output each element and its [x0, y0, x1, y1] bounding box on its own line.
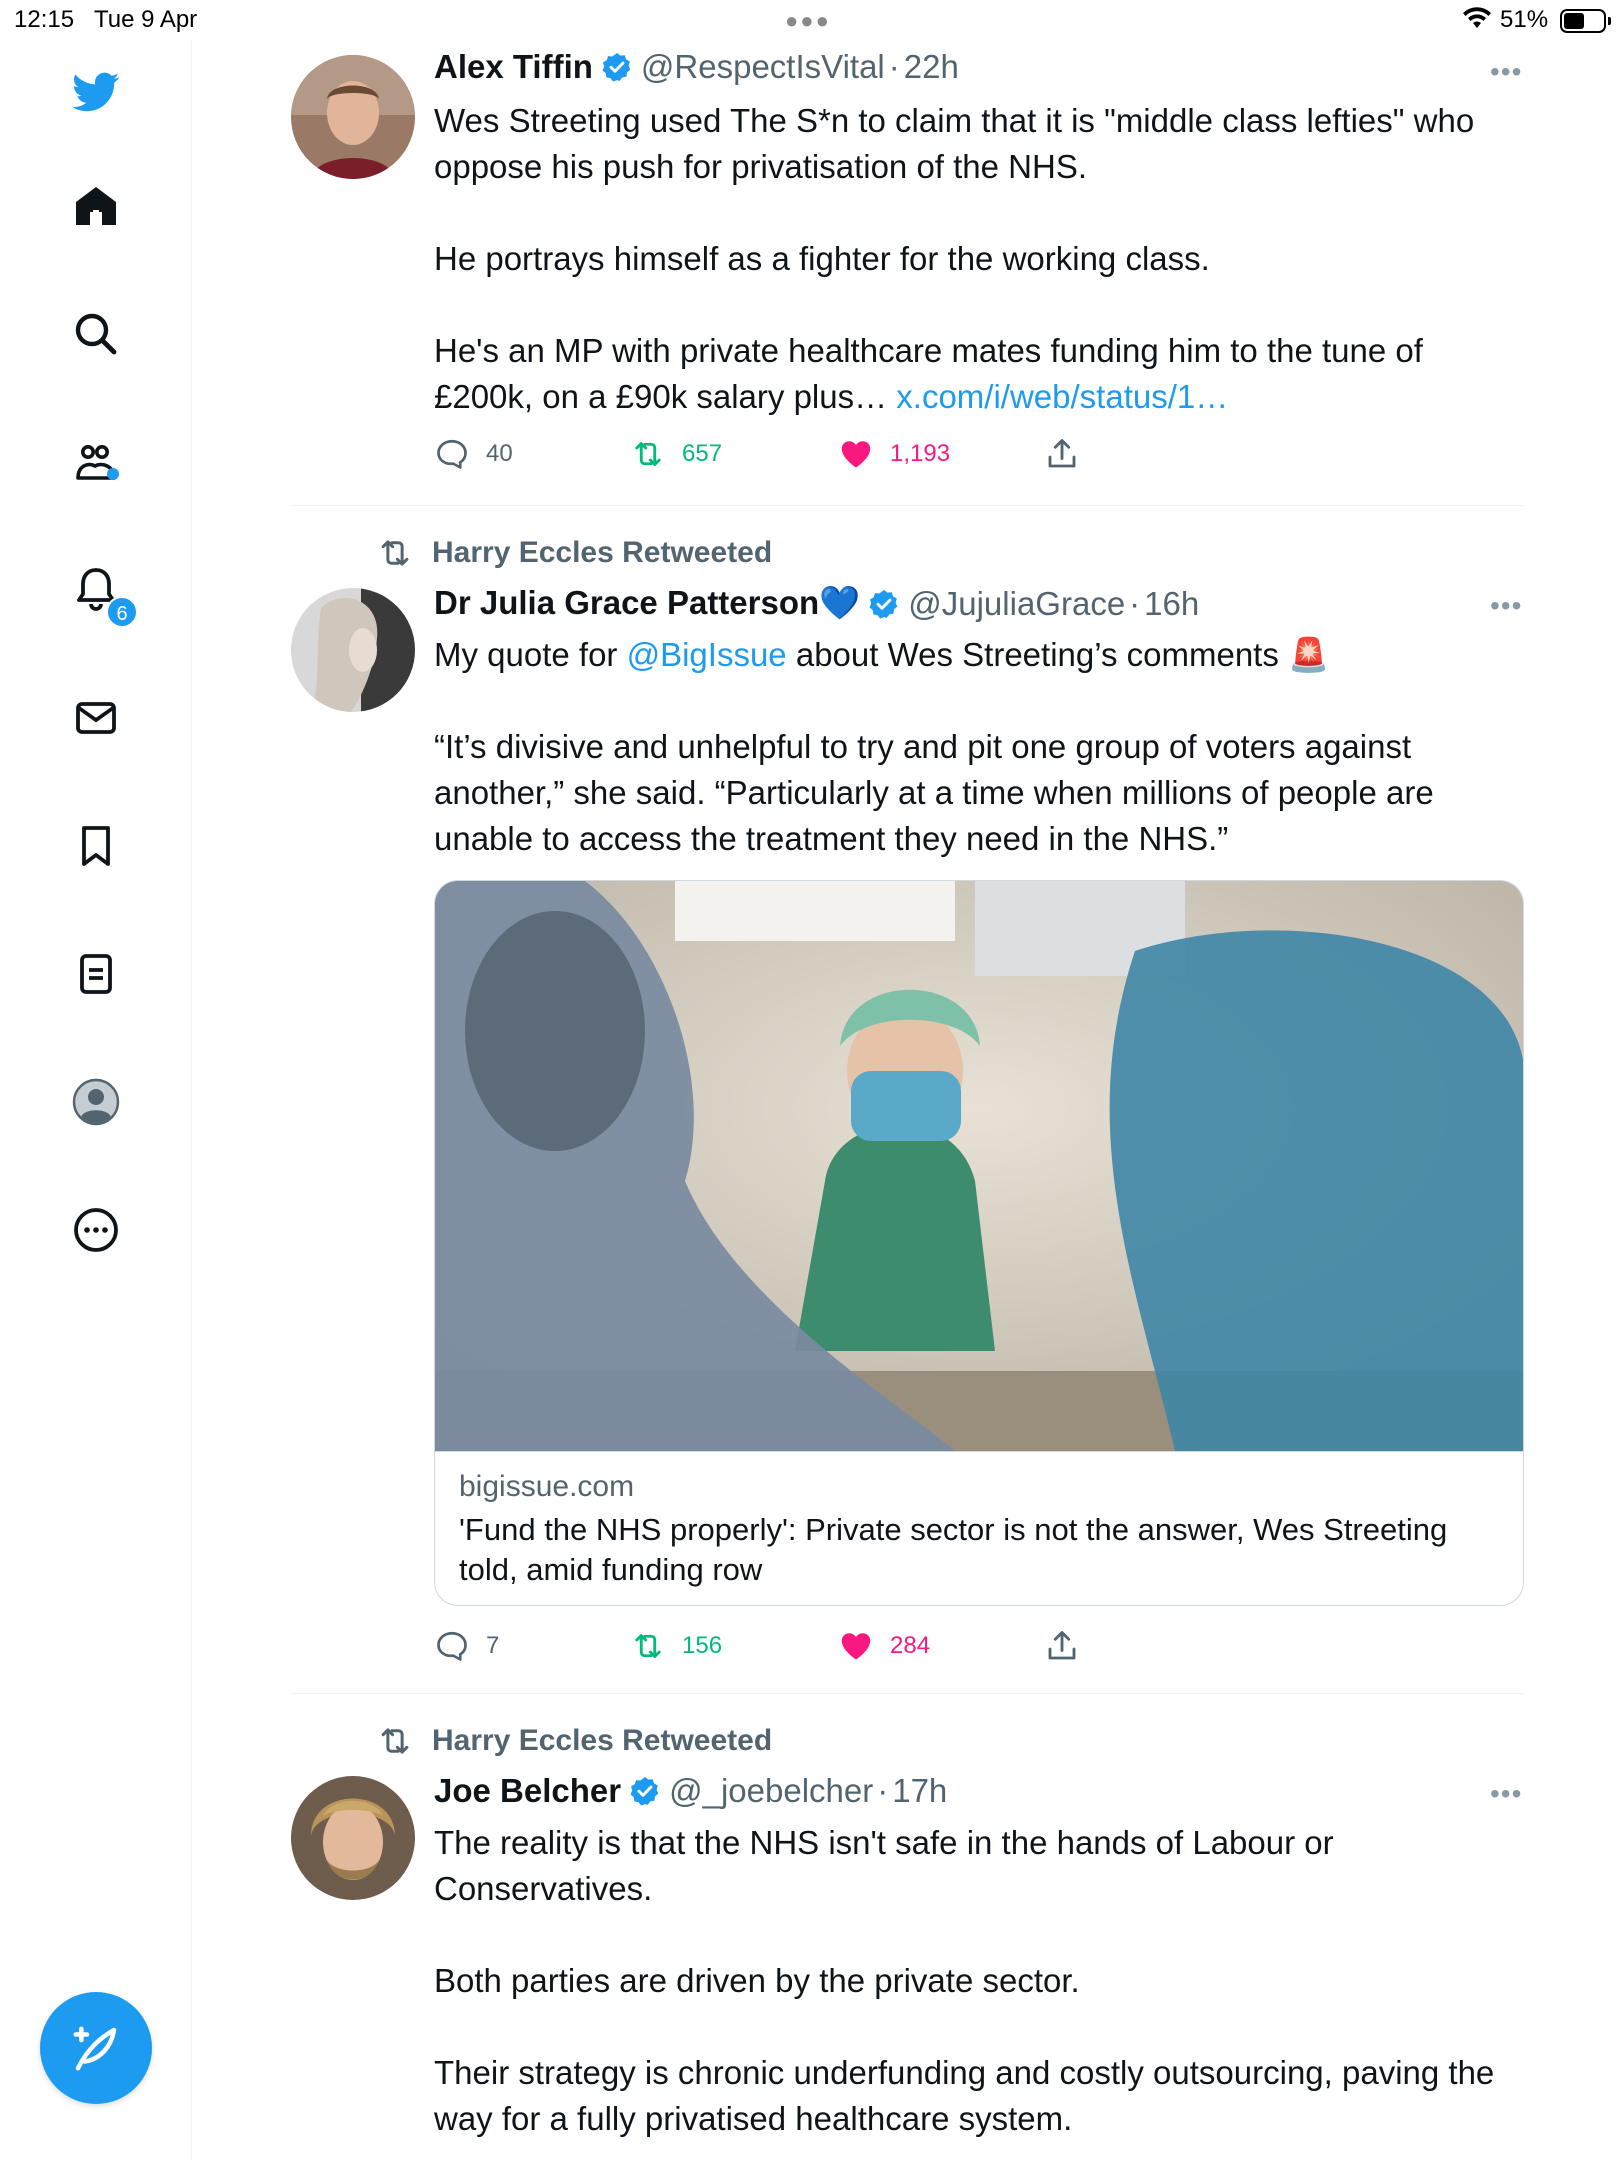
reply-count: 40 — [486, 440, 513, 467]
retweeted-by-line: Harry Eccles Retweeted — [376, 1722, 772, 1760]
reply-icon — [437, 1631, 467, 1661]
separator-dot: · — [888, 48, 900, 85]
communities-icon[interactable] — [66, 432, 126, 492]
tweet-actions: 7 156 284 — [434, 1628, 1134, 1668]
author-handle[interactable]: @_joebelcher — [669, 1772, 873, 1810]
tweet-time[interactable]: 22h — [904, 48, 959, 86]
like-count: 1,193 — [890, 440, 951, 467]
status-time: 12:15 — [14, 6, 75, 33]
verified-badge-icon — [869, 589, 898, 619]
tweet-3-header: Joe Belcher @_joebelcher · 17h — [434, 1772, 947, 1810]
avatar-alex-tiffin[interactable] — [291, 55, 415, 179]
author-handle[interactable]: @JujuliaGrace — [908, 585, 1125, 623]
tweet-1-header: Alex Tiffin @RespectIsVital · 22h — [434, 48, 959, 86]
retweet-indicator-icon — [381, 1728, 409, 1754]
tweet-more-options-icon[interactable]: ••• — [1490, 1778, 1522, 1810]
retweet-icon — [635, 1634, 661, 1658]
share-icon — [1048, 439, 1076, 468]
retweeted-by-label[interactable]: Harry Eccles Retweeted — [432, 1724, 772, 1758]
sidebar-nav: 6 — [0, 40, 192, 2160]
compose-feather-icon — [73, 2026, 117, 2071]
battery-percentage: 51% — [1500, 6, 1549, 33]
notifications-count-badge: 6 — [106, 596, 138, 628]
retweet-indicator-icon — [381, 540, 409, 566]
tweet-divider — [291, 505, 1523, 506]
like-button[interactable]: 284 — [838, 1628, 930, 1664]
verified-badge-icon — [630, 1777, 659, 1806]
reply-button[interactable]: 7 — [434, 1628, 499, 1664]
communities-dot-badge — [107, 468, 119, 480]
separator-dot: · — [1129, 584, 1141, 622]
retweet-icon — [635, 442, 661, 466]
like-button[interactable]: 1,193 — [838, 436, 950, 472]
messages-envelope-icon[interactable] — [66, 688, 126, 748]
home-icon[interactable] — [66, 176, 126, 236]
author-handle[interactable]: @RespectIsVital — [641, 48, 885, 86]
reply-icon — [437, 439, 467, 469]
bookmark-icon[interactable] — [66, 816, 126, 876]
tweet-text: My quote for @BigIssue about Wes Streeti… — [434, 632, 1524, 862]
tweet-more-options-icon[interactable]: ••• — [1490, 56, 1522, 88]
share-icon — [1048, 1631, 1076, 1660]
status-date: Tue 9 Apr — [94, 6, 198, 33]
author-name[interactable]: Dr Julia Grace Patterson💙 — [434, 584, 860, 623]
reply-button[interactable]: 40 — [434, 436, 513, 472]
avatar-joe-belcher[interactable] — [291, 1776, 415, 1900]
tweet-text: The reality is that the NHS isn't safe i… — [434, 1824, 1495, 2137]
retweeted-by-line: Harry Eccles Retweeted — [376, 534, 772, 572]
heart-filled-icon — [841, 1633, 871, 1660]
author-name[interactable]: Joe Belcher — [434, 1772, 621, 1810]
more-circle-icon[interactable] — [66, 1200, 126, 1260]
like-count: 284 — [890, 1632, 931, 1659]
tweet-body-start: My quote for — [434, 636, 627, 673]
retweet-count: 657 — [682, 440, 723, 467]
battery-icon — [1560, 9, 1611, 33]
card-image — [435, 881, 1523, 1451]
profile-icon[interactable] — [66, 1072, 126, 1132]
retweet-button[interactable]: 657 — [630, 436, 722, 472]
reply-count: 7 — [486, 1632, 500, 1659]
author-name[interactable]: Alex Tiffin — [434, 48, 593, 86]
retweet-count: 156 — [682, 1632, 723, 1659]
tweet-2-header: Dr Julia Grace Patterson💙 @JujuliaGrace … — [434, 584, 1199, 623]
heart-filled-icon — [841, 441, 871, 468]
card-domain: bigissue.com — [459, 1470, 635, 1503]
multitasking-dots-icon[interactable]: ●●● — [785, 8, 831, 34]
tweet-time[interactable]: 16h — [1144, 585, 1199, 623]
wifi-icon — [1462, 6, 1492, 37]
retweeted-by-label[interactable]: Harry Eccles Retweeted — [432, 536, 772, 570]
tweet-link[interactable]: x.com/i/web/status/1… — [896, 378, 1228, 415]
verified-badge-icon — [602, 53, 631, 82]
status-bar: 12:15 Tue 9 Apr ●●● 51% — [0, 0, 1620, 40]
retweet-button[interactable]: 156 — [630, 1628, 722, 1664]
share-button[interactable] — [1044, 1628, 1096, 1664]
tweet-actions: 40 657 1,193 — [434, 436, 1134, 476]
tweet-time[interactable]: 17h — [892, 1772, 947, 1810]
card-title: 'Fund the NHS properly': Private sector … — [459, 1512, 1448, 1587]
tweet-text: Wes Streeting used The S*n to claim that… — [434, 98, 1524, 420]
tweet-body: Wes Streeting used The S*n to claim that… — [434, 102, 1475, 415]
link-preview-card[interactable]: bigissue.com 'Fund the NHS properly': Pr… — [434, 880, 1524, 1606]
lists-icon[interactable] — [66, 944, 126, 1004]
mention-link[interactable]: @BigIssue — [627, 636, 787, 673]
card-info: bigissue.com 'Fund the NHS properly': Pr… — [435, 1451, 1523, 1605]
separator-dot: · — [877, 1772, 889, 1809]
tweet-divider — [291, 1693, 1523, 1694]
twitter-bird-icon[interactable] — [66, 62, 126, 122]
compose-tweet-button[interactable] — [40, 1992, 152, 2104]
share-button[interactable] — [1044, 436, 1096, 472]
avatar-julia-patterson[interactable] — [291, 588, 415, 712]
search-icon[interactable] — [66, 304, 126, 364]
tweet-more-options-icon[interactable]: ••• — [1490, 590, 1522, 622]
